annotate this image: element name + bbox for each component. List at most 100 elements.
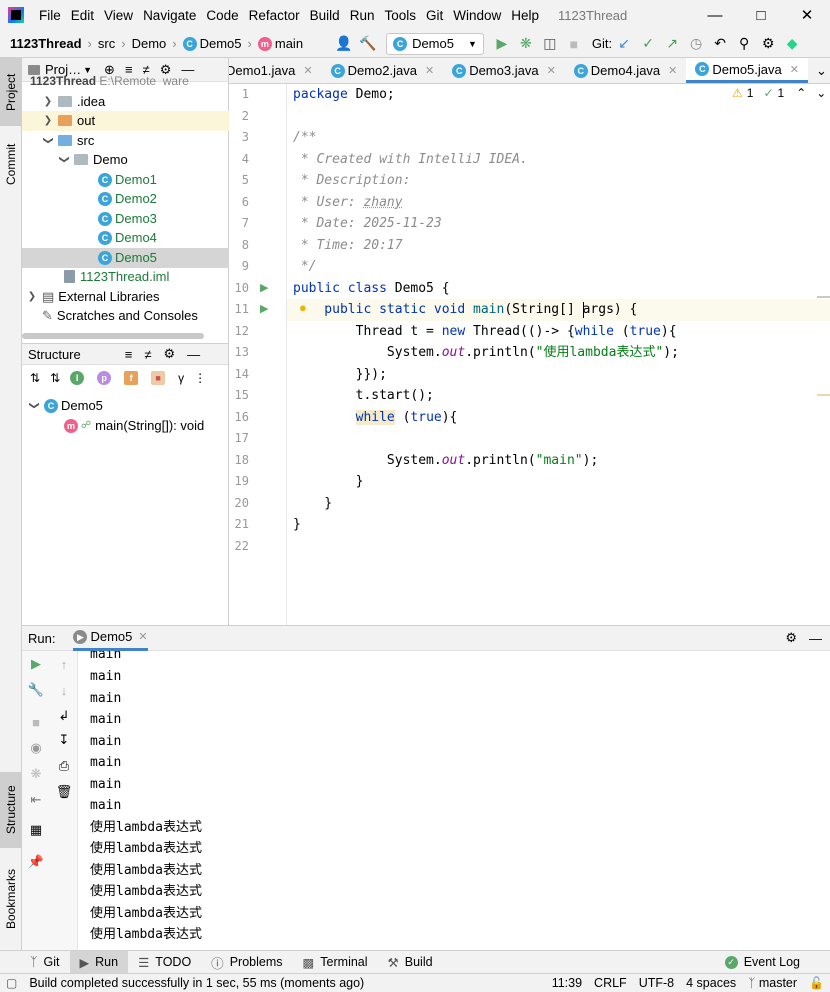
run-configuration-select[interactable]: C Demo5 ▼ xyxy=(386,32,484,55)
breadcrumb-project[interactable]: 1123Thread xyxy=(0,36,85,51)
close-icon[interactable]: ✕ xyxy=(138,630,147,643)
project-panel-title[interactable]: Proj… xyxy=(45,62,81,77)
tree-item-iml[interactable]: 1123Thread.iml xyxy=(64,267,169,287)
gear-icon[interactable]: ⚙ xyxy=(163,346,175,362)
toolwindow-git[interactable]: ᛉ Git xyxy=(0,951,70,974)
toolwindow-run[interactable]: ▶ Run xyxy=(69,950,129,974)
commit-tool-tab[interactable]: Commit xyxy=(0,132,22,196)
toolwindow-build[interactable]: ⚒ Build xyxy=(378,951,443,974)
close-icon[interactable]: ✕ xyxy=(547,64,556,77)
toolwindow-event-log[interactable]: ✓ Event Log xyxy=(715,951,830,974)
expand-all-icon[interactable]: ≡ xyxy=(125,347,133,362)
tree-item-demo4[interactable]: C Demo4 xyxy=(98,228,157,248)
status-bar-layout-icon[interactable]: ▢ xyxy=(0,976,23,990)
menu-help[interactable]: Help xyxy=(506,8,544,23)
tab-demo4[interactable]: C Demo4.java ✕ xyxy=(565,58,687,83)
tree-item-demo2[interactable]: C Demo2 xyxy=(98,189,157,209)
hide-icon[interactable]: — xyxy=(187,347,200,362)
stop-icon[interactable]: ■ xyxy=(562,32,586,56)
menu-tools[interactable]: Tools xyxy=(379,8,421,23)
tree-item-root[interactable]: 1123Thread E:\Remote_ware xyxy=(30,76,189,86)
line-separator[interactable]: CRLF xyxy=(588,976,633,990)
lock-icon[interactable]: 🔓 xyxy=(803,976,830,990)
tree-item-out[interactable]: ❯ out xyxy=(22,111,229,131)
restore-layout-icon[interactable]: ⇤ xyxy=(22,789,50,811)
menu-edit[interactable]: Edit xyxy=(66,8,99,23)
gear-icon[interactable]: ⚙ xyxy=(756,32,780,56)
tab-demo1[interactable]: Demo1.java ✕ xyxy=(229,58,322,83)
breadcrumb-src[interactable]: src xyxy=(95,36,118,51)
tab-list-chevron-icon[interactable]: ⌄ xyxy=(808,58,830,83)
status-message[interactable]: Build completed successfully in 1 sec, 5… xyxy=(23,976,370,990)
chevron-down-icon[interactable]: ⌄ xyxy=(816,86,826,100)
rollback-icon[interactable]: ↶ xyxy=(708,32,732,56)
debug-icon[interactable]: ❋ xyxy=(514,32,538,56)
tree-item-src[interactable]: ❯ src xyxy=(42,131,95,151)
show-inherited-icon[interactable]: I xyxy=(70,371,85,385)
arrow-down-icon[interactable]: ↓ xyxy=(50,679,78,701)
cursor-position[interactable]: 11:39 xyxy=(546,976,588,990)
horizontal-scrollbar[interactable] xyxy=(22,333,204,339)
menu-run[interactable]: Run xyxy=(345,8,380,23)
run-tab-demo5[interactable]: ▶ Demo5 ✕ xyxy=(73,625,148,651)
close-icon[interactable]: ✕ xyxy=(303,64,312,77)
show-properties-icon[interactable]: p xyxy=(97,371,112,385)
search-icon[interactable]: ⚲ xyxy=(732,32,756,56)
breadcrumb-class[interactable]: C Demo5 xyxy=(180,36,245,51)
lightbulb-icon[interactable]: ● xyxy=(299,300,307,315)
code-editor[interactable]: ⚠ 1 ✓ 1 ⌃ ⌄ package Demo; /** * Created wi… xyxy=(287,84,830,625)
coverage-icon[interactable]: ◫ xyxy=(538,32,562,56)
chevron-up-icon[interactable]: ⌃ xyxy=(796,86,806,100)
tree-item-external-libraries[interactable]: ❯ ▤ External Libraries xyxy=(26,287,160,307)
chevron-down-icon[interactable]: ▼ xyxy=(83,65,92,75)
inspection-widget[interactable]: ⚠ 1 ✓ 1 ⌃ ⌄ xyxy=(732,86,826,100)
more-icon[interactable]: ⋮ xyxy=(194,371,206,385)
git-update-icon[interactable]: ↙ xyxy=(612,32,636,56)
tree-item-demo3[interactable]: C Demo3 xyxy=(98,209,157,229)
bookmarks-tool-tab[interactable]: Bookmarks xyxy=(0,858,22,940)
camera-icon[interactable]: ◉ xyxy=(22,737,50,759)
close-icon[interactable]: ✕ xyxy=(425,64,434,77)
menu-build[interactable]: Build xyxy=(305,8,345,23)
file-encoding[interactable]: UTF-8 xyxy=(633,976,680,990)
collapse-all-icon[interactable]: ≠ xyxy=(143,62,150,77)
sort-visibility-icon[interactable]: ⇅ xyxy=(30,371,40,385)
build-hammer-icon[interactable]: 🔨 xyxy=(356,32,380,56)
menu-refactor[interactable]: Refactor xyxy=(244,8,305,23)
rerun-icon[interactable]: ▶ xyxy=(22,653,50,675)
project-tool-tab[interactable]: Project xyxy=(0,58,22,126)
tab-demo3[interactable]: C Demo3.java ✕ xyxy=(443,58,565,83)
run-gutter-icon[interactable]: ▶ xyxy=(260,302,268,315)
console-output[interactable]: main main main main main main main main … xyxy=(78,651,830,950)
menu-window[interactable]: Window xyxy=(448,8,506,23)
arrow-up-icon[interactable]: ↑ xyxy=(50,653,78,675)
show-non-public-icon[interactable]: ■ xyxy=(151,371,166,385)
pin-icon[interactable]: 📌 xyxy=(22,851,50,873)
tab-demo5[interactable]: C Demo5.java ✕ xyxy=(686,58,808,83)
wrench-icon[interactable]: 🔧 xyxy=(22,679,50,701)
hide-icon[interactable]: — xyxy=(809,631,822,646)
stop-icon[interactable]: ■ xyxy=(22,711,50,733)
layout-icon[interactable]: ▦ xyxy=(22,819,50,841)
collapse-all-icon[interactable]: ≠ xyxy=(144,347,151,362)
close-icon[interactable]: ✕ xyxy=(668,64,677,77)
soft-wrap-icon[interactable]: ↲ xyxy=(50,705,78,727)
hide-icon[interactable]: — xyxy=(181,62,194,77)
menu-view[interactable]: View xyxy=(99,8,138,23)
breadcrumb-demo[interactable]: Demo xyxy=(129,36,170,51)
tree-item-demo5[interactable]: C Demo5 xyxy=(22,248,229,268)
git-push-icon[interactable]: ↗ xyxy=(660,32,684,56)
bug-icon[interactable]: ❋ xyxy=(22,763,50,785)
tree-item-demo-package[interactable]: ❯ Demo xyxy=(58,150,128,170)
run-icon[interactable]: ▶ xyxy=(490,32,514,56)
menu-file[interactable]: File xyxy=(34,8,66,23)
indent-setting[interactable]: 4 spaces xyxy=(680,976,742,990)
tab-demo2[interactable]: C Demo2.java ✕ xyxy=(322,58,444,83)
menu-git[interactable]: Git xyxy=(421,8,448,23)
tree-item-demo1[interactable]: C Demo1 xyxy=(98,170,157,190)
print-icon[interactable]: ⎙ xyxy=(50,755,78,777)
tree-item-scratches[interactable]: ✎ Scratches and Consoles xyxy=(42,306,198,326)
menu-navigate[interactable]: Navigate xyxy=(138,8,201,23)
git-branch-widget[interactable]: ᛉ master xyxy=(742,976,803,990)
toolwindow-terminal[interactable]: ▩ Terminal xyxy=(292,951,377,974)
